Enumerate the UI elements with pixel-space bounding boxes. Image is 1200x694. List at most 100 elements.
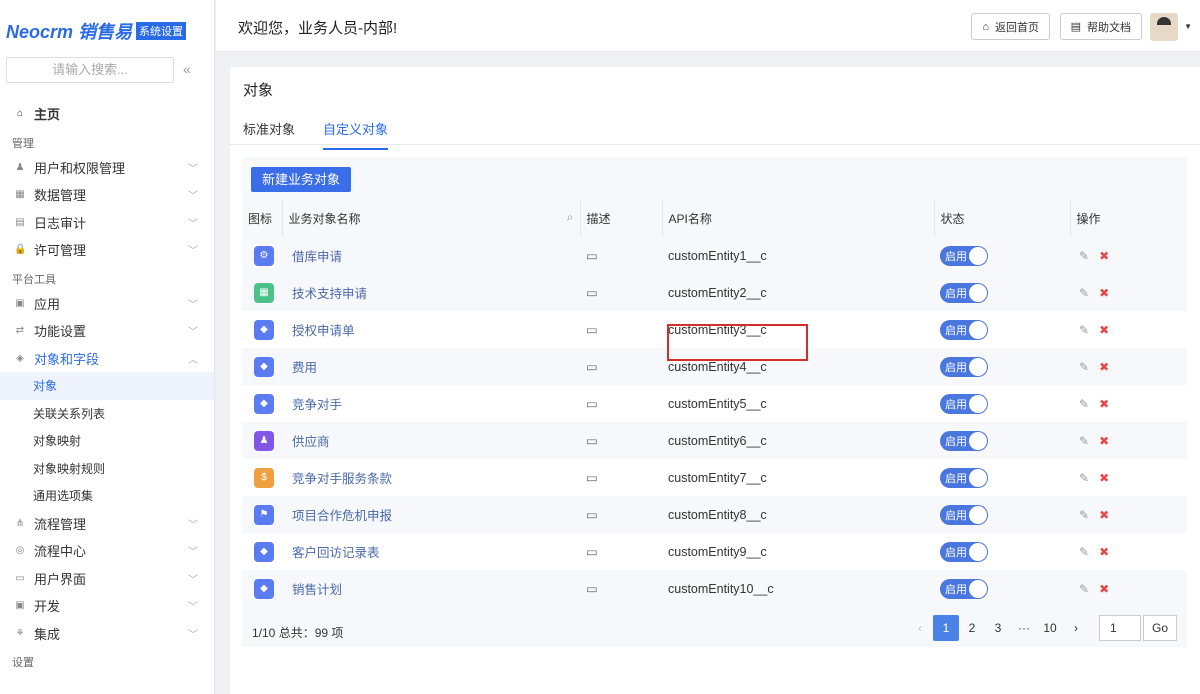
- table-row[interactable]: ◆ 销售计划 ▭ customEntity10__c 启用 ✎ ✖: [242, 570, 1187, 607]
- sidebar-item[interactable]: 🔒 许可管理 ﹀: [0, 236, 214, 264]
- comment-icon[interactable]: ▭: [586, 508, 598, 522]
- sidebar-item[interactable]: ♟ 用户和权限管理 ﹀: [0, 154, 214, 182]
- sidebar-item[interactable]: ▣ 应用 ﹀: [0, 290, 214, 318]
- object-name-link[interactable]: 项目合作危机申报: [282, 496, 580, 533]
- sidebar-subitem[interactable]: 对象映射: [0, 427, 214, 455]
- status-toggle[interactable]: 启用: [940, 356, 988, 377]
- search-icon[interactable]: ⌕: [567, 210, 574, 225]
- object-name-link[interactable]: 竞争对手: [282, 385, 580, 422]
- comment-icon[interactable]: ▭: [586, 286, 598, 300]
- object-name-link[interactable]: 费用: [282, 348, 580, 385]
- delete-icon[interactable]: ✖: [1099, 471, 1109, 485]
- object-name-link[interactable]: 授权申请单: [282, 311, 580, 348]
- comment-icon[interactable]: ▭: [586, 360, 598, 374]
- sidebar-subitem[interactable]: 对象: [0, 372, 214, 400]
- delete-icon[interactable]: ✖: [1099, 434, 1109, 448]
- highlight-box: [667, 324, 808, 361]
- toggle-label: 启用: [945, 361, 967, 374]
- table-row[interactable]: ▦ 技术支持申请 ▭ customEntity2__c 启用 ✎ ✖: [242, 274, 1187, 311]
- sidebar-item[interactable]: ▦ 数据管理 ﹀: [0, 181, 214, 209]
- status-toggle[interactable]: 启用: [940, 541, 988, 562]
- sidebar-item[interactable]: ▤ 日志审计 ﹀: [0, 209, 214, 237]
- search-input[interactable]: 请输入搜索...: [6, 57, 174, 83]
- next-page-icon[interactable]: ›: [1063, 615, 1089, 641]
- status-toggle[interactable]: 启用: [940, 430, 988, 451]
- table-row[interactable]: ⚙ 借库申请 ▭ customEntity1__c 启用 ✎ ✖: [242, 237, 1187, 274]
- delete-icon[interactable]: ✖: [1099, 508, 1109, 522]
- comment-icon[interactable]: ▭: [586, 397, 598, 411]
- delete-icon[interactable]: ✖: [1099, 286, 1109, 300]
- delete-icon[interactable]: ✖: [1099, 397, 1109, 411]
- delete-icon[interactable]: ✖: [1099, 582, 1109, 596]
- delete-icon[interactable]: ✖: [1099, 360, 1109, 374]
- object-name-link[interactable]: 销售计划: [282, 570, 580, 607]
- delete-icon[interactable]: ✖: [1099, 545, 1109, 559]
- table-row[interactable]: ◆ 竞争对手 ▭ customEntity5__c 启用 ✎ ✖: [242, 385, 1187, 422]
- page-button[interactable]: 1: [933, 615, 959, 641]
- tab-standard-objects[interactable]: 标准对象: [243, 119, 295, 150]
- edit-icon[interactable]: ✎: [1079, 249, 1089, 263]
- page-button[interactable]: 10: [1037, 615, 1063, 641]
- sidebar-item[interactable]: ▣ 开发 ﹀: [0, 592, 214, 620]
- sidebar-item[interactable]: ▭ 用户界面 ﹀: [0, 565, 214, 593]
- sidebar-item[interactable]: ⋔ 流程管理 ﹀: [0, 510, 214, 538]
- edit-icon[interactable]: ✎: [1079, 471, 1089, 485]
- page-button[interactable]: 2: [959, 615, 985, 641]
- prev-page-icon[interactable]: ‹: [907, 615, 933, 641]
- collapse-sidebar-icon[interactable]: «: [183, 61, 191, 77]
- edit-icon[interactable]: ✎: [1079, 582, 1089, 596]
- object-name-link[interactable]: 竞争对手服务条款: [282, 459, 580, 496]
- table-row[interactable]: ◆ 客户回访记录表 ▭ customEntity9__c 启用 ✎ ✖: [242, 533, 1187, 570]
- page-button[interactable]: 3: [985, 615, 1011, 641]
- tab-custom-objects[interactable]: 自定义对象: [323, 119, 389, 150]
- comment-icon[interactable]: ▭: [586, 545, 598, 559]
- chevron-up-icon: ︿: [188, 354, 198, 366]
- delete-icon[interactable]: ✖: [1099, 323, 1109, 337]
- table-row[interactable]: ♟ 供应商 ▭ customEntity6__c 启用 ✎ ✖: [242, 422, 1187, 459]
- edit-icon[interactable]: ✎: [1079, 286, 1089, 300]
- page-button[interactable]: ···: [1011, 615, 1037, 641]
- edit-icon[interactable]: ✎: [1079, 323, 1089, 337]
- object-name-link[interactable]: 客户回访记录表: [282, 533, 580, 570]
- logo-brand: Neocrm 销售易: [6, 22, 133, 42]
- new-object-button[interactable]: 新建业务对象: [251, 167, 352, 192]
- sidebar-subitem[interactable]: 对象映射规则: [0, 455, 214, 483]
- chevron-down-icon[interactable]: ▼: [1184, 22, 1192, 31]
- edit-icon[interactable]: ✎: [1079, 397, 1089, 411]
- status-toggle[interactable]: 启用: [940, 245, 988, 266]
- object-name-link[interactable]: 供应商: [282, 422, 580, 459]
- avatar[interactable]: [1150, 13, 1178, 41]
- comment-icon[interactable]: ▭: [586, 471, 598, 485]
- table-row[interactable]: ⚑ 项目合作危机申报 ▭ customEntity8__c 启用 ✎ ✖: [242, 496, 1187, 533]
- status-toggle[interactable]: 启用: [940, 578, 988, 599]
- home-button[interactable]: ⌂ 返回首页: [971, 13, 1050, 40]
- status-toggle[interactable]: 启用: [940, 282, 988, 303]
- delete-icon[interactable]: ✖: [1099, 249, 1109, 263]
- sidebar-item-home[interactable]: ⌂ 主页: [0, 100, 214, 128]
- object-name-link[interactable]: 借库申请: [282, 237, 580, 274]
- status-toggle[interactable]: 启用: [940, 319, 988, 340]
- go-button[interactable]: Go: [1143, 615, 1177, 641]
- comment-icon[interactable]: ▭: [586, 249, 598, 263]
- comment-icon[interactable]: ▭: [586, 582, 598, 596]
- edit-icon[interactable]: ✎: [1079, 508, 1089, 522]
- object-name-link[interactable]: 技术支持申请: [282, 274, 580, 311]
- edit-icon[interactable]: ✎: [1079, 545, 1089, 559]
- sidebar-item[interactable]: ⇄ 功能设置 ﹀: [0, 317, 214, 345]
- edit-icon[interactable]: ✎: [1079, 434, 1089, 448]
- sidebar-subitem[interactable]: 通用选项集: [0, 482, 214, 510]
- sidebar-item[interactable]: ◎ 流程中心 ﹀: [0, 537, 214, 565]
- sidebar-subitem[interactable]: 关联关系列表: [0, 400, 214, 428]
- page-jump-input[interactable]: 1: [1099, 615, 1141, 641]
- status-toggle[interactable]: 启用: [940, 504, 988, 525]
- table-row[interactable]: $ 竞争对手服务条款 ▭ customEntity7__c 启用 ✎ ✖: [242, 459, 1187, 496]
- logo[interactable]: Neocrm 销售易 系统设置: [6, 18, 187, 44]
- status-toggle[interactable]: 启用: [940, 393, 988, 414]
- status-toggle[interactable]: 启用: [940, 467, 988, 488]
- edit-icon[interactable]: ✎: [1079, 360, 1089, 374]
- comment-icon[interactable]: ▭: [586, 434, 598, 448]
- sidebar-item[interactable]: ⚘ 集成 ﹀: [0, 620, 214, 648]
- comment-icon[interactable]: ▭: [586, 323, 598, 337]
- help-docs-button[interactable]: ▤ 帮助文档: [1059, 13, 1142, 40]
- sidebar-item[interactable]: ◈ 对象和字段 ︿: [0, 345, 214, 373]
